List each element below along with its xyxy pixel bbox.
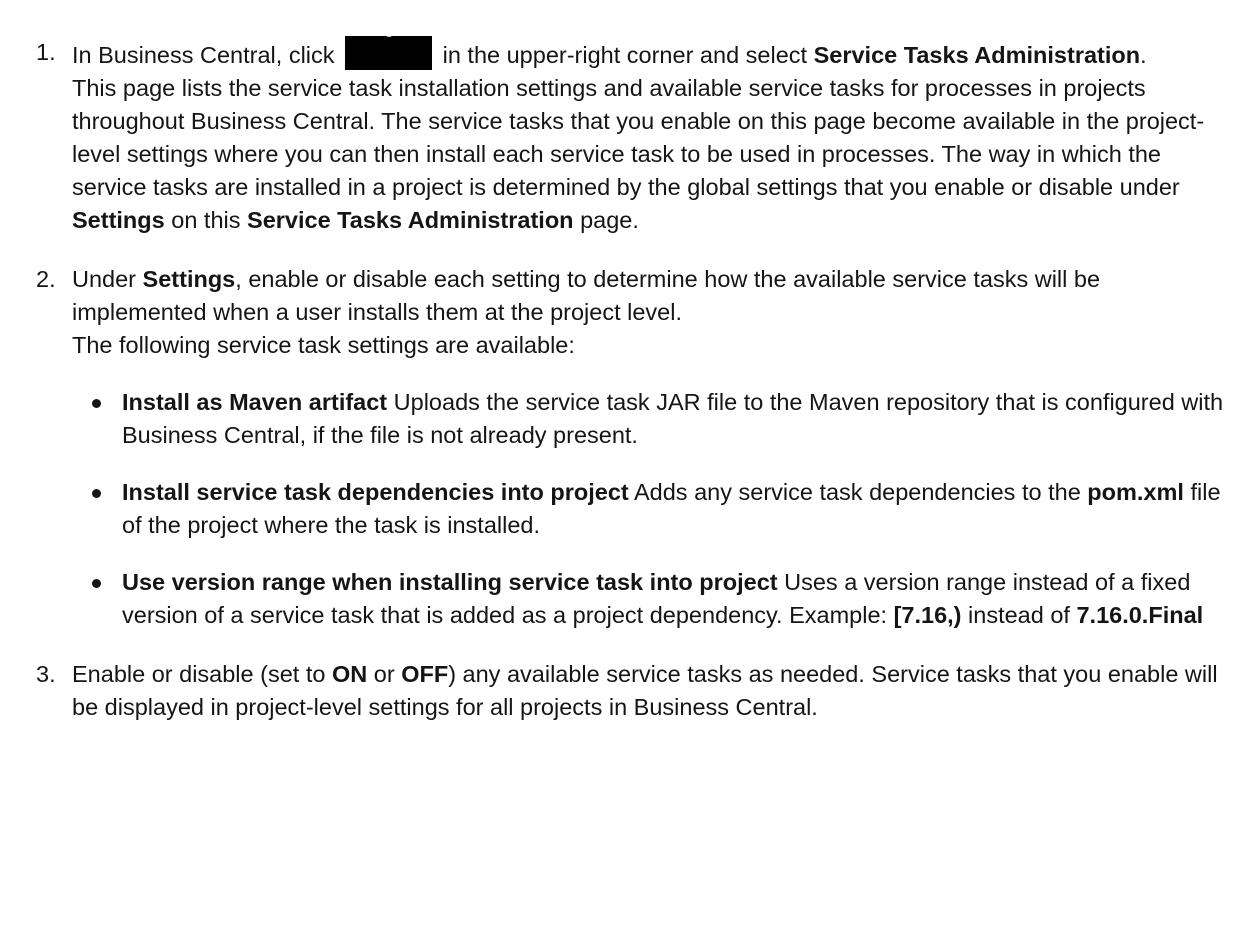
step-2-instruction: Under Settings, enable or disable each s… <box>72 263 1238 329</box>
settings-list: Install as Maven artifact Uploads the se… <box>72 386 1238 632</box>
setting-title: Install as Maven artifact <box>122 389 388 415</box>
step-2: 2. Under Settings, enable or disable eac… <box>0 263 1250 632</box>
on-label: ON <box>331 661 368 687</box>
step-1-desc-c: page. <box>580 207 639 233</box>
step-1-description: This page lists the service task install… <box>72 72 1238 237</box>
code-version-range: [7.16,) <box>893 602 962 628</box>
step-1-period: . <box>1140 42 1147 68</box>
step-3: 3. Enable or disable (set to ON or OFF) … <box>0 658 1250 724</box>
bullet-icon <box>92 489 101 498</box>
step-2-subtext: The following service task settings are … <box>72 332 575 358</box>
gear-icon-glyph <box>379 17 399 37</box>
step-1-text-b: in the upper-right corner and select <box>442 42 808 68</box>
step-3-or: or <box>373 661 395 687</box>
document: 1. In Business Central, click in the upp… <box>0 0 1250 724</box>
step-number: 1. <box>36 39 56 65</box>
code-fixed-version: 7.16.0.Final <box>1076 602 1204 628</box>
code-pom-xml: pom.xml <box>1087 479 1184 505</box>
bullet-icon <box>92 579 101 588</box>
setting-text-a: Adds any service task dependencies to th… <box>633 479 1081 505</box>
off-label: OFF <box>401 661 449 687</box>
step-1-text-a: In Business Central, click <box>72 42 335 68</box>
step-number: 2. <box>36 266 56 292</box>
list-item: Install as Maven artifact Uploads the se… <box>72 386 1238 452</box>
setting-title: Install service task dependencies into p… <box>122 479 629 505</box>
setting-text-b: instead of <box>968 602 1070 628</box>
service-tasks-admin-label: Service Tasks Administration <box>813 42 1141 68</box>
setting-title: Use version range when installing servic… <box>122 569 778 595</box>
step-1-desc-b: on this <box>171 207 241 233</box>
step-1: 1. In Business Central, click in the upp… <box>0 17 1250 237</box>
step-3-text-a: Enable or disable (set to <box>72 661 326 687</box>
step-1-instruction: In Business Central, click in the upper-… <box>72 17 1238 72</box>
gear-icon <box>345 17 433 70</box>
step-2-text-a: Under <box>72 266 137 292</box>
settings-label: Settings <box>72 207 165 233</box>
service-tasks-admin-label-2: Service Tasks Administration <box>247 207 574 233</box>
step-number: 3. <box>36 661 56 687</box>
bullet-icon <box>92 399 101 408</box>
step-3-instruction: Enable or disable (set to ON or OFF) any… <box>72 658 1238 724</box>
list-item: Install service task dependencies into p… <box>72 476 1238 542</box>
step-1-desc-a: This page lists the service task install… <box>72 75 1205 200</box>
list-item: Use version range when installing servic… <box>72 566 1238 632</box>
settings-label: Settings <box>142 266 236 292</box>
